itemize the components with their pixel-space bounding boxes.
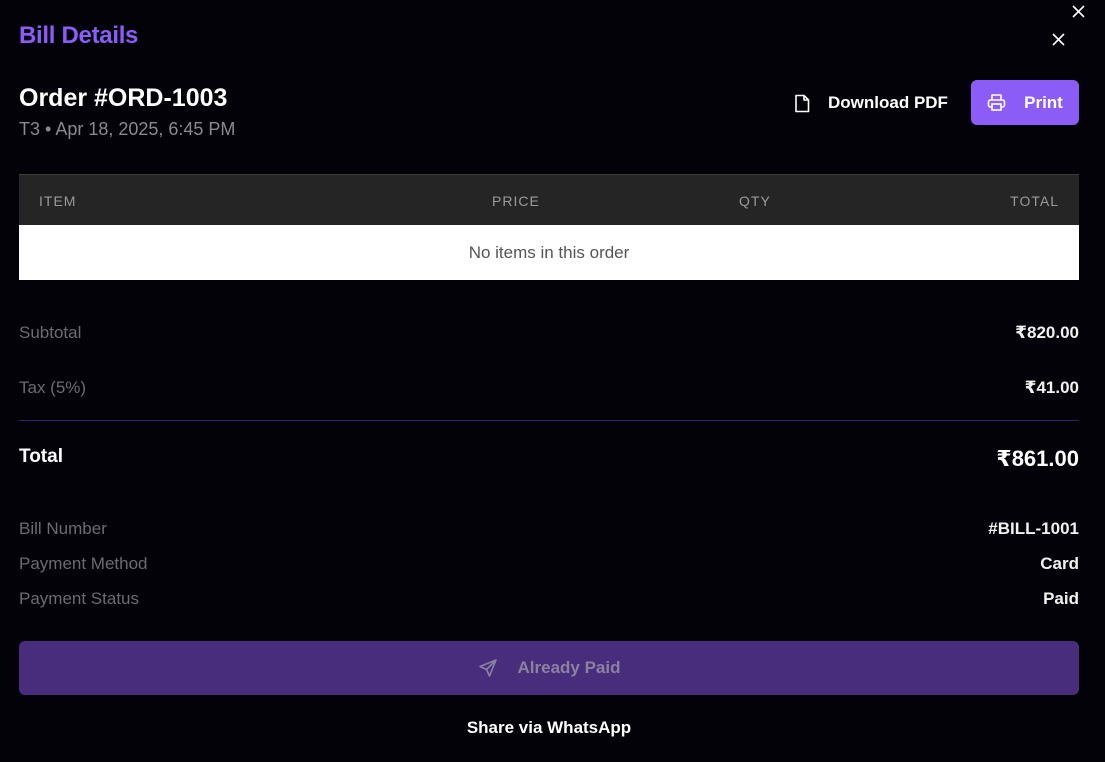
- order-subtitle: T3 • Apr 18, 2025, 6:45 PM: [19, 119, 236, 139]
- total-label: Total: [19, 446, 63, 467]
- column-header-price: PRICE: [492, 193, 540, 209]
- column-header-qty: QTY: [739, 193, 771, 209]
- document-icon: [795, 94, 810, 112]
- close-icon: [1072, 5, 1085, 18]
- table-header: ITEM PRICE QTY TOTAL: [19, 174, 1079, 225]
- already-paid-button[interactable]: Already Paid: [19, 641, 1079, 695]
- outer-close-button[interactable]: [1071, 4, 1087, 20]
- tax-value: ₹41.00: [1024, 378, 1079, 397]
- print-label: Print: [1024, 92, 1063, 112]
- total-value: ₹861.00: [996, 446, 1079, 471]
- send-icon: [478, 659, 497, 677]
- payment-method-label: Payment Method: [19, 554, 148, 573]
- bill-number-label: Bill Number: [19, 519, 107, 538]
- already-paid-label: Already Paid: [517, 658, 621, 677]
- share-whatsapp-button[interactable]: Share via WhatsApp: [0, 718, 1098, 738]
- close-icon: [1052, 33, 1065, 46]
- download-pdf-button[interactable]: Download PDF: [784, 82, 958, 124]
- printer-icon: [987, 94, 1006, 111]
- print-button[interactable]: Print: [971, 80, 1079, 125]
- download-pdf-label: Download PDF: [828, 93, 948, 112]
- dialog-close-button[interactable]: [1051, 32, 1067, 48]
- dialog-title: Bill Details: [19, 22, 139, 49]
- bill-number-value: #BILL-1001: [988, 519, 1079, 538]
- payment-method-value: Card: [1040, 554, 1079, 573]
- subtotal-value: ₹820.00: [1015, 323, 1079, 342]
- subtotal-label: Subtotal: [19, 323, 82, 342]
- column-header-item: ITEM: [39, 193, 77, 209]
- order-title: Order #ORD-1003: [19, 84, 228, 112]
- column-header-total: TOTAL: [1010, 193, 1059, 209]
- empty-table-message: No items in this order: [19, 225, 1079, 280]
- tax-label: Tax (5%): [19, 378, 87, 397]
- summary-divider: [19, 420, 1079, 421]
- payment-status-value: Paid: [1043, 589, 1079, 608]
- payment-status-label: Payment Status: [19, 589, 140, 608]
- items-table: ITEM PRICE QTY TOTAL No items in this or…: [19, 174, 1079, 280]
